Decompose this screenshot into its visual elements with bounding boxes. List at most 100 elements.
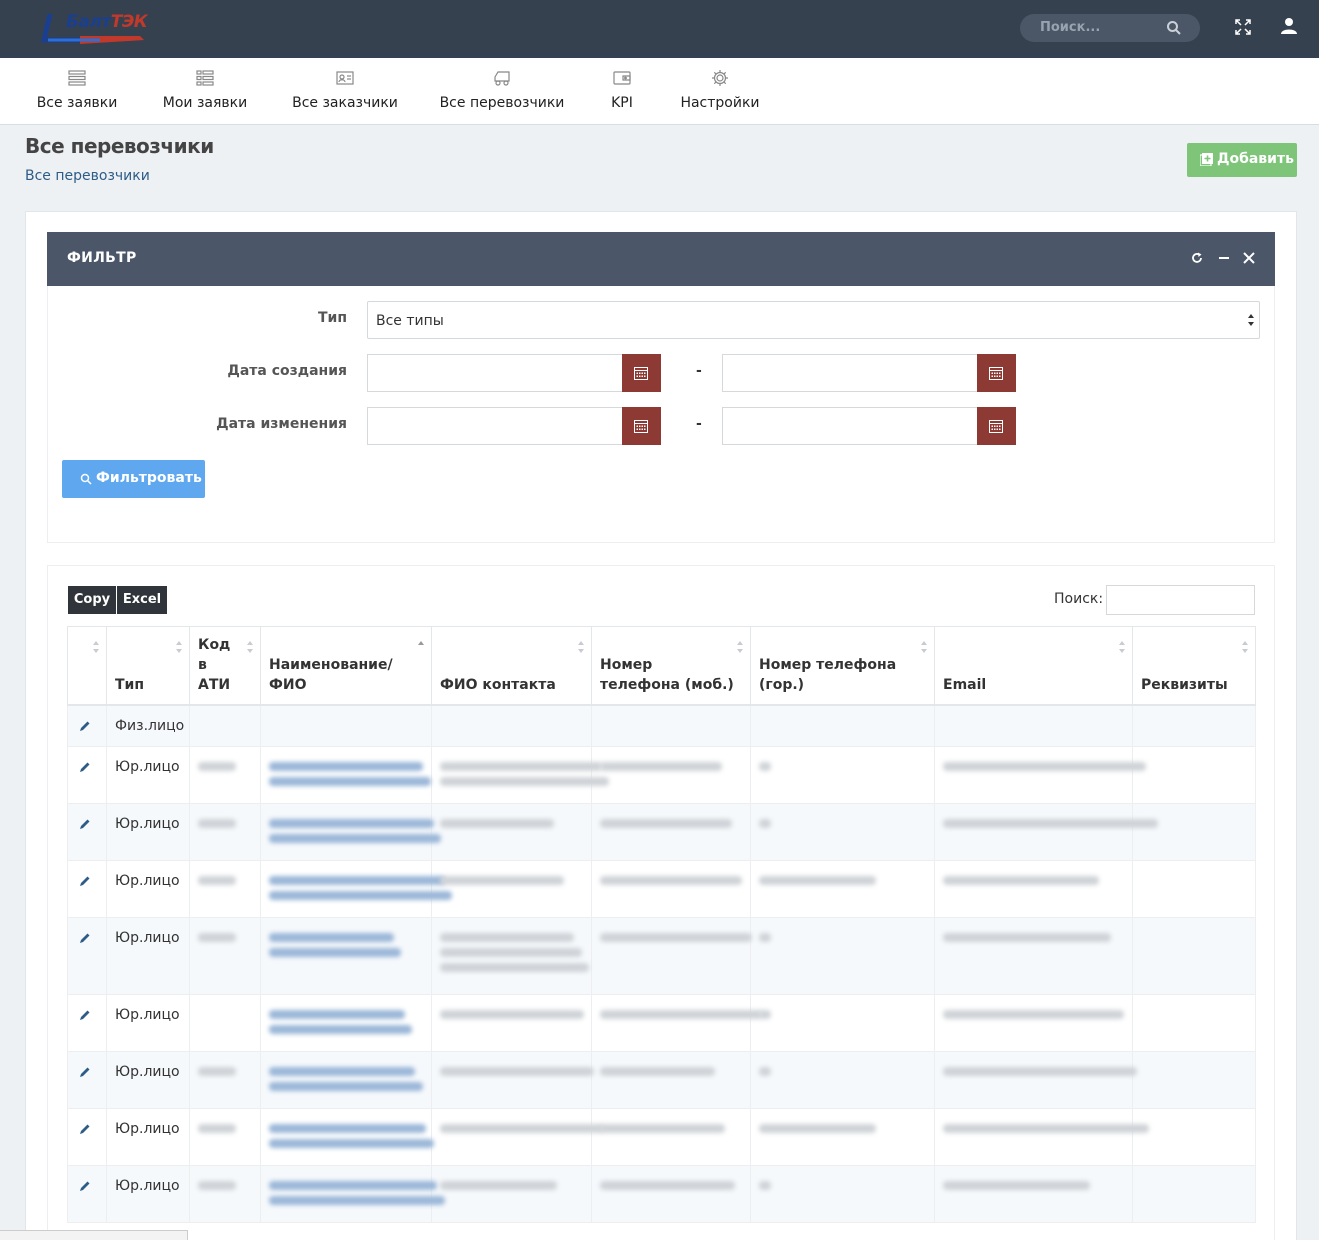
search-icon[interactable] (1166, 20, 1182, 36)
obscured-cell (1132, 859, 1256, 918)
modified-to-calendar-button[interactable] (977, 407, 1016, 445)
obscured-cell (591, 802, 751, 861)
type-label: Тип (317, 310, 347, 326)
nav-item-settings[interactable]: Настройки (676, 58, 764, 125)
table-row: Юр.лицо (67, 859, 1256, 918)
company-logo[interactable]: БалтТЭК (40, 10, 150, 48)
redacted-bar (269, 1009, 405, 1019)
column-header-name[interactable]: Наименование/ФИО (260, 626, 432, 706)
column-header-mobile[interactable]: Номер телефона (моб.) (591, 626, 751, 706)
obscured-cell (1132, 1050, 1256, 1109)
pencil-icon[interactable] (79, 720, 91, 732)
obscured-cell (260, 802, 442, 861)
pencil-icon[interactable] (79, 818, 91, 830)
obscured-cell (591, 745, 751, 804)
obscured-cell (591, 1050, 751, 1109)
edit-cell (67, 745, 107, 804)
column-header-requisites[interactable]: Реквизиты (1132, 626, 1256, 706)
obscured-cell (260, 1107, 434, 1166)
gear-icon (712, 70, 728, 86)
close-icon[interactable] (1242, 251, 1256, 265)
reload-icon[interactable] (1190, 251, 1204, 265)
pencil-icon[interactable] (79, 1009, 91, 1021)
modified-from-input[interactable] (367, 407, 623, 445)
sort-icon (921, 641, 927, 653)
created-to-calendar-button[interactable] (977, 354, 1016, 392)
nav-item-all-orders[interactable]: Все заявки (32, 58, 122, 125)
obscured-cell (431, 916, 592, 995)
created-to-input[interactable] (722, 354, 978, 392)
redacted-bar (600, 1123, 725, 1133)
obscured-cell (591, 916, 752, 995)
obscured-cell (1132, 802, 1256, 861)
nav-label: Все заявки (36, 95, 118, 111)
edit-cell (67, 802, 107, 861)
obscured-cell (260, 916, 432, 995)
pencil-icon[interactable] (79, 761, 91, 773)
edit-cell (67, 1164, 107, 1223)
type-select[interactable]: Все типы (367, 301, 1260, 339)
column-header-actions[interactable] (67, 626, 107, 706)
wallet-icon (613, 71, 631, 85)
created-from-input[interactable] (367, 354, 623, 392)
column-header-contact[interactable]: ФИО контакта (431, 626, 592, 706)
table-search-input[interactable] (1106, 585, 1255, 615)
pencil-icon[interactable] (79, 1066, 91, 1078)
pencil-icon[interactable] (79, 932, 91, 944)
logo-text: БалтТЭК (66, 12, 148, 32)
global-search-input[interactable]: Поиск... (1020, 14, 1200, 42)
redacted-bar (943, 1180, 1090, 1190)
redacted-bar (440, 761, 602, 771)
nav-item-all-carriers[interactable]: Все перевозчики (437, 58, 567, 125)
modified-date-label: Дата изменения (216, 416, 347, 432)
redacted-bar (943, 875, 1099, 885)
list-icon (68, 70, 86, 86)
obscured-cell (934, 745, 1146, 804)
created-from-calendar-button[interactable] (622, 354, 661, 392)
list-check-icon (196, 70, 214, 86)
table-search-label: Поиск: (1054, 591, 1104, 607)
modified-from-calendar-button[interactable] (622, 407, 661, 445)
pencil-icon[interactable] (79, 1123, 91, 1135)
column-header-email[interactable]: Email (934, 626, 1133, 706)
type-cell: Юр.лицо (106, 916, 190, 995)
pencil-icon[interactable] (79, 875, 91, 887)
redacted-bar (759, 1123, 876, 1133)
breadcrumb[interactable]: Все перевозчики (25, 168, 150, 184)
redacted-bar (759, 761, 771, 771)
top-bar: БалтТЭК Поиск... (0, 0, 1319, 58)
excel-button[interactable]: Excel (117, 586, 167, 614)
table-row: Юр.лицо (67, 802, 1256, 861)
redacted-bar (440, 818, 555, 828)
redacted-bar (269, 1138, 434, 1148)
filter-submit-label: Фильтровать (96, 470, 202, 486)
redacted-bar (269, 1195, 445, 1205)
obscured-cell (591, 859, 751, 918)
redacted-bar (440, 947, 582, 957)
obscured-cell (431, 745, 609, 804)
redacted-bar (600, 1066, 716, 1076)
column-header-type[interactable]: Тип (106, 626, 190, 706)
fullscreen-icon[interactable] (1234, 18, 1252, 36)
column-header-ati-code[interactable]: Код в АТИ (189, 626, 261, 706)
column-header-landline[interactable]: Номер телефона (гор.) (750, 626, 935, 706)
obscured-cell (591, 1164, 751, 1223)
obscured-cell (1132, 916, 1256, 995)
edit-cell (67, 704, 107, 747)
user-icon[interactable] (1280, 17, 1298, 35)
pencil-icon[interactable] (79, 1180, 91, 1192)
collapse-icon[interactable] (1217, 251, 1231, 265)
nav-item-all-customers[interactable]: Все заказчики (289, 58, 401, 125)
calendar-icon (989, 420, 1003, 433)
filter-submit-button[interactable]: Фильтровать (62, 460, 205, 498)
add-carrier-button[interactable]: Добавить (1187, 143, 1297, 177)
redacted-bar (269, 932, 394, 942)
nav-item-kpi[interactable]: KPI (600, 58, 644, 125)
modified-to-input[interactable] (722, 407, 978, 445)
add-icon (1200, 153, 1213, 166)
nav-label: Мои заявки (162, 95, 248, 111)
nav-label: Настройки (680, 95, 760, 111)
nav-item-my-orders[interactable]: Мои заявки (158, 58, 252, 125)
copy-button[interactable]: Copy (68, 586, 116, 614)
obscured-cell (189, 916, 261, 995)
